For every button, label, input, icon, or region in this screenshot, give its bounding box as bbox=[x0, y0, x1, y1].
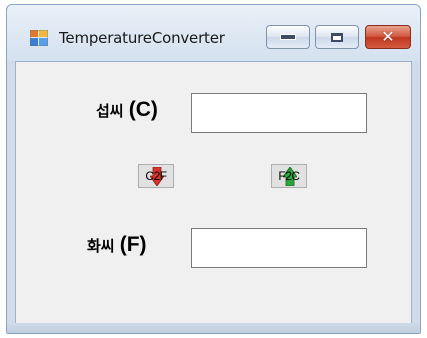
celsius-label-unit: (C) bbox=[128, 98, 158, 121]
maximize-button[interactable] bbox=[315, 25, 359, 49]
c2f-button-label: C2F bbox=[145, 169, 167, 183]
fahrenheit-label-unit: (F) bbox=[119, 233, 147, 256]
form-client-area: 섭씨 (C) C2F F2C 화씨 (F) bbox=[15, 61, 412, 325]
celsius-input[interactable] bbox=[191, 93, 367, 133]
app-icon bbox=[30, 30, 48, 46]
celsius-label-text: 섭씨 bbox=[96, 102, 124, 120]
fahrenheit-label-text: 화씨 bbox=[87, 237, 115, 255]
maximize-icon bbox=[331, 32, 343, 42]
title-bar[interactable]: TemperatureConverter ✕ bbox=[7, 5, 420, 61]
f2c-button[interactable]: F2C bbox=[271, 164, 307, 188]
minimize-button[interactable] bbox=[266, 25, 310, 49]
fahrenheit-input[interactable] bbox=[191, 228, 367, 268]
f2c-button-label: F2C bbox=[278, 169, 300, 183]
close-button[interactable]: ✕ bbox=[365, 25, 411, 49]
app-window: TemperatureConverter ✕ 섭씨 (C) C2F F2C 화씨… bbox=[6, 4, 421, 334]
fahrenheit-label: 화씨 (F) bbox=[87, 233, 147, 257]
c2f-button[interactable]: C2F bbox=[138, 164, 174, 188]
close-icon: ✕ bbox=[381, 27, 395, 46]
celsius-label: 섭씨 (C) bbox=[96, 98, 158, 122]
window-bottom-frame bbox=[7, 323, 420, 333]
minimize-icon bbox=[280, 34, 296, 40]
window-title: TemperatureConverter bbox=[59, 29, 225, 47]
